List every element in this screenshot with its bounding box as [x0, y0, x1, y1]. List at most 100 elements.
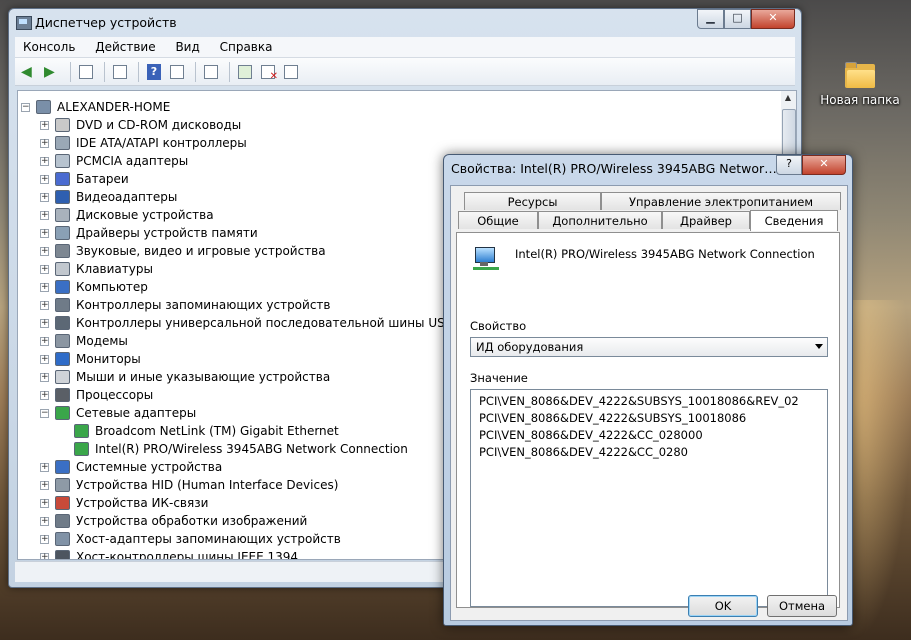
expand-icon[interactable]: +: [40, 535, 49, 544]
tree-item-label: Контроллеры запоминающих устройств: [76, 298, 331, 312]
expand-icon[interactable]: +: [40, 265, 49, 274]
expand-icon[interactable]: +: [40, 319, 49, 328]
property-select[interactable]: ИД оборудования: [470, 337, 828, 357]
expand-icon[interactable]: +: [40, 481, 49, 490]
value-item[interactable]: PCI\VEN_8086&DEV_4222&CC_0280: [479, 445, 688, 459]
expand-icon[interactable]: +: [40, 157, 49, 166]
close-button[interactable]: ✕: [751, 9, 795, 29]
tree-item-label: Компьютер: [76, 280, 148, 294]
tree-item-label: Контроллеры универсальной последовательн…: [76, 316, 453, 330]
action-pane-icon: [170, 64, 184, 79]
close-icon: ✕: [819, 157, 829, 170]
device-name: Intel(R) PRO/Wireless 3945ABG Network Co…: [515, 247, 815, 261]
pcmcia-icon: [55, 154, 70, 168]
tree-item-label: Дисковые устройства: [76, 208, 214, 222]
tree-item-label: IDE ATA/ATAPI контроллеры: [76, 136, 247, 150]
dialog-close-button[interactable]: ✕: [802, 155, 846, 175]
keyboard-icon: [55, 262, 70, 276]
expand-icon[interactable]: +: [40, 229, 49, 238]
expand-icon[interactable]: +: [40, 139, 49, 148]
computer-icon: [55, 280, 70, 294]
expand-icon[interactable]: +: [40, 247, 49, 256]
expand-icon[interactable]: +: [40, 373, 49, 382]
desktop-folder[interactable]: Новая папка: [818, 62, 902, 107]
minimize-button[interactable]: ▁: [697, 9, 724, 29]
help-button[interactable]: ?: [144, 62, 164, 82]
toolbar-separator: [138, 61, 139, 82]
menu-action[interactable]: Действие: [87, 37, 163, 54]
chevron-down-icon: [815, 344, 823, 349]
update-driver-button[interactable]: [235, 62, 255, 82]
expand-icon[interactable]: +: [40, 211, 49, 220]
uninstall-device-button[interactable]: ✕: [258, 62, 278, 82]
back-button[interactable]: ◀: [19, 62, 39, 82]
expand-icon[interactable]: +: [40, 337, 49, 346]
dialog-help-button[interactable]: ?: [776, 155, 802, 175]
forward-arrow-icon: ▶: [44, 63, 55, 80]
value-item[interactable]: PCI\VEN_8086&DEV_4222&SUBSYS_10018086&RE…: [479, 394, 799, 408]
properties-button[interactable]: [110, 62, 130, 82]
network-adapter-icon: [74, 442, 89, 456]
help-icon: ?: [147, 63, 161, 80]
forward-button[interactable]: ▶: [42, 62, 62, 82]
scroll-up-icon[interactable]: ▲: [783, 93, 793, 105]
menu-help[interactable]: Справка: [212, 37, 281, 54]
collapse-icon[interactable]: −: [40, 409, 49, 418]
toolbar-separator: [229, 61, 230, 82]
toolbar-separator: [104, 61, 105, 82]
infrared-icon: [55, 496, 70, 510]
window-title: Диспетчер устройств: [35, 15, 177, 30]
ieee1394-icon: [55, 550, 70, 559]
network-adapter-icon: [74, 424, 89, 438]
tab-details[interactable]: Сведения: [750, 210, 838, 231]
expand-icon[interactable]: +: [40, 121, 49, 130]
toolbar-separator: [70, 61, 71, 82]
value-list[interactable]: PCI\VEN_8086&DEV_4222&SUBSYS_10018086&RE…: [470, 389, 828, 607]
expand-icon[interactable]: +: [40, 517, 49, 526]
tab-advanced[interactable]: Дополнительно: [538, 211, 662, 229]
cancel-button[interactable]: Отмена: [767, 595, 837, 617]
property-label: Свойство: [470, 319, 527, 333]
close-icon: ✕: [768, 11, 778, 24]
maximize-button[interactable]: □: [724, 9, 751, 29]
value-item[interactable]: PCI\VEN_8086&DEV_4222&SUBSYS_10018086: [479, 411, 746, 425]
tree-item-label: Сетевые адаптеры: [76, 406, 197, 420]
expand-icon[interactable]: +: [40, 355, 49, 364]
expand-icon[interactable]: +: [40, 553, 49, 559]
expand-icon[interactable]: +: [40, 175, 49, 184]
expand-icon[interactable]: +: [40, 391, 49, 400]
properties-icon: [113, 64, 127, 79]
tree-item-label: Видеоадаптеры: [76, 190, 178, 204]
expand-icon[interactable]: +: [40, 499, 49, 508]
device-manager-icon: [16, 16, 32, 30]
expand-icon[interactable]: +: [40, 301, 49, 310]
collapse-icon[interactable]: −: [21, 103, 30, 112]
expand-icon[interactable]: +: [40, 463, 49, 472]
tab-resources[interactable]: Ресурсы: [464, 192, 601, 210]
expand-icon[interactable]: +: [40, 283, 49, 292]
display-adapter-icon: [55, 190, 70, 204]
tree-item-label: Мониторы: [76, 352, 141, 366]
tree-item-label: Процессоры: [76, 388, 154, 402]
details-tab-page: Intel(R) PRO/Wireless 3945ABG Network Co…: [456, 232, 840, 608]
disable-device-button[interactable]: [281, 62, 301, 82]
show-hide-console-tree-button[interactable]: [76, 62, 96, 82]
title-bar[interactable]: Диспетчер устройств ▁ □ ✕: [9, 9, 801, 37]
tree-item-label: Intel(R) PRO/Wireless 3945ABG Network Co…: [95, 442, 408, 456]
expand-icon[interactable]: +: [40, 193, 49, 202]
tree-root-item[interactable]: − ALEXANDER-HOME: [18, 98, 778, 116]
show-hide-action-pane-button[interactable]: [167, 62, 187, 82]
tab-driver[interactable]: Драйвер: [662, 211, 750, 229]
mouse-icon: [55, 370, 70, 384]
tree-category-item[interactable]: + DVD и CD-ROM дисководы: [18, 116, 778, 134]
tab-general[interactable]: Общие: [458, 211, 538, 229]
value-item[interactable]: PCI\VEN_8086&DEV_4222&CC_028000: [479, 428, 703, 442]
sound-icon: [55, 244, 70, 258]
scan-hardware-button[interactable]: [201, 62, 221, 82]
tree-category-item[interactable]: + IDE ATA/ATAPI контроллеры: [18, 134, 778, 152]
menu-console[interactable]: Консоль: [15, 37, 83, 54]
tree-item-label: Клавиатуры: [76, 262, 153, 276]
ok-button[interactable]: OK: [688, 595, 758, 617]
tab-power-management[interactable]: Управление электропитанием: [601, 192, 841, 210]
menu-view[interactable]: Вид: [167, 37, 207, 54]
